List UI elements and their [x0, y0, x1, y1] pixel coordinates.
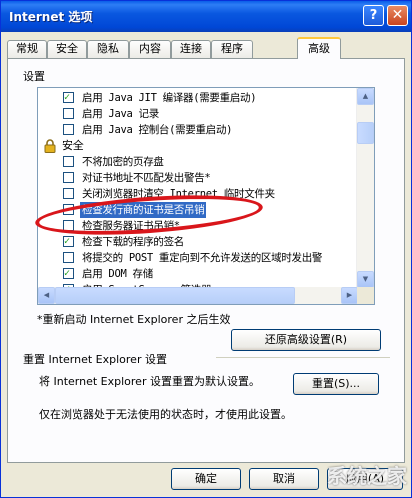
restore-advanced-button[interactable]: 还原高级设置(R)	[231, 329, 381, 351]
checkbox[interactable]	[63, 108, 74, 119]
tab-programs[interactable]: 程序	[211, 40, 253, 58]
tab-advanced[interactable]: 高级	[297, 37, 341, 59]
list-item[interactable]: 检查服务器证书吊销*	[38, 218, 356, 234]
list-item-label: 检查发行商的证书是否吊销	[80, 202, 207, 218]
section-label: 安全	[62, 139, 84, 152]
checkbox[interactable]	[63, 220, 74, 231]
reset-button[interactable]: 重置(S)...	[293, 373, 379, 395]
checkbox[interactable]	[63, 90, 74, 106]
window-title: Internet 选项	[9, 10, 93, 24]
lock-icon	[44, 139, 56, 153]
list-item-label: 检查服务器证书吊销*	[82, 220, 180, 232]
list-item-selected[interactable]: 检查发行商的证书是否吊销	[38, 202, 356, 218]
checkbox[interactable]	[63, 156, 74, 167]
list-item-label: 不将加密的页存盘	[82, 156, 164, 168]
list-item[interactable]: 将提交的 POST 重定向到不允许发送的区域时发出警	[38, 250, 356, 266]
list-item[interactable]: 启用 Java 控制台(需要重启动)	[38, 122, 356, 138]
checkbox[interactable]	[63, 234, 74, 250]
section-header-security: 安全	[38, 138, 356, 154]
scroll-up-icon[interactable]: ▲	[357, 88, 374, 105]
reset-description: 将 Internet Explorer 设置重置为默认设置。	[39, 375, 260, 388]
scroll-down-icon[interactable]: ▼	[357, 271, 374, 288]
list-item-label: 启用 Java 记录	[82, 108, 159, 120]
settings-label: 设置	[23, 70, 45, 83]
list-item-label: 检查下载的程序的签名	[82, 236, 184, 248]
list-item-label: 将提交的 POST 重定向到不允许发送的区域时发出警	[82, 252, 323, 264]
scroll-corner	[357, 287, 374, 304]
close-button[interactable]: ✕	[387, 5, 408, 26]
reset-group-title: 重置 Internet Explorer 设置	[23, 353, 167, 366]
settings-list[interactable]: 启用 Java JIT 编译器(需要重启动) 启用 Java 记录 启用 Jav…	[37, 87, 375, 305]
watermark: 系统之家	[327, 464, 407, 488]
list-item[interactable]: 关闭浏览器时清空 Internet 临时文件夹	[38, 186, 356, 202]
checkbox[interactable]	[63, 252, 74, 263]
checkbox[interactable]	[63, 172, 74, 183]
checkbox[interactable]	[63, 188, 74, 199]
tab-general[interactable]: 常规	[7, 40, 47, 58]
restart-note: *重新启动 Internet Explorer 之后生效	[37, 313, 231, 326]
ok-button[interactable]: 确定	[171, 468, 241, 490]
vertical-scrollbar[interactable]: ▲ ▼	[356, 88, 374, 288]
checkbox[interactable]	[63, 124, 74, 135]
list-item[interactable]: 启用 Java JIT 编译器(需要重启动)	[38, 90, 356, 106]
list-item[interactable]: 启用 Java 记录	[38, 106, 356, 122]
vertical-scroll-thumb[interactable]	[357, 122, 374, 144]
internet-options-window: Internet 选项 ? ✕ 常规 安全 隐私 内容 连接 程序 高级 设置 …	[0, 0, 412, 498]
reset-note: 仅在浏览器处于无法使用的状态时，才使用此设置。	[39, 408, 292, 421]
list-item-label: 对证书地址不匹配发出警告*	[82, 172, 211, 184]
tab-content[interactable]: 内容	[129, 40, 171, 58]
checkbox[interactable]	[63, 204, 74, 215]
list-item-label: 关闭浏览器时清空 Internet 临时文件夹	[82, 188, 275, 200]
list-item[interactable]: 不将加密的页存盘	[38, 154, 356, 170]
horizontal-scrollbar[interactable]: ◀ ▶	[38, 287, 358, 304]
tab-privacy[interactable]: 隐私	[87, 40, 129, 58]
list-item[interactable]: 检查下载的程序的签名	[38, 234, 356, 250]
help-button[interactable]: ?	[363, 5, 384, 26]
list-item[interactable]: 启用 DOM 存储	[38, 266, 356, 282]
group-divider	[216, 357, 390, 358]
scroll-left-icon[interactable]: ◀	[38, 287, 55, 304]
cancel-button[interactable]: 取消	[249, 468, 319, 490]
title-bar[interactable]: Internet 选项 ? ✕	[1, 1, 411, 32]
tab-security[interactable]: 安全	[47, 40, 87, 58]
tab-connections[interactable]: 连接	[171, 40, 211, 58]
list-item-label: 启用 Java 控制台(需要重启动)	[82, 124, 233, 136]
list-item-label: 启用 DOM 存储	[82, 268, 153, 280]
scroll-right-icon[interactable]: ▶	[341, 287, 358, 304]
horizontal-scroll-thumb[interactable]	[55, 287, 295, 304]
checkbox[interactable]	[63, 266, 74, 282]
list-item[interactable]: 对证书地址不匹配发出警告*	[38, 170, 356, 186]
list-item-label: 启用 Java JIT 编译器(需要重启动)	[82, 92, 257, 104]
